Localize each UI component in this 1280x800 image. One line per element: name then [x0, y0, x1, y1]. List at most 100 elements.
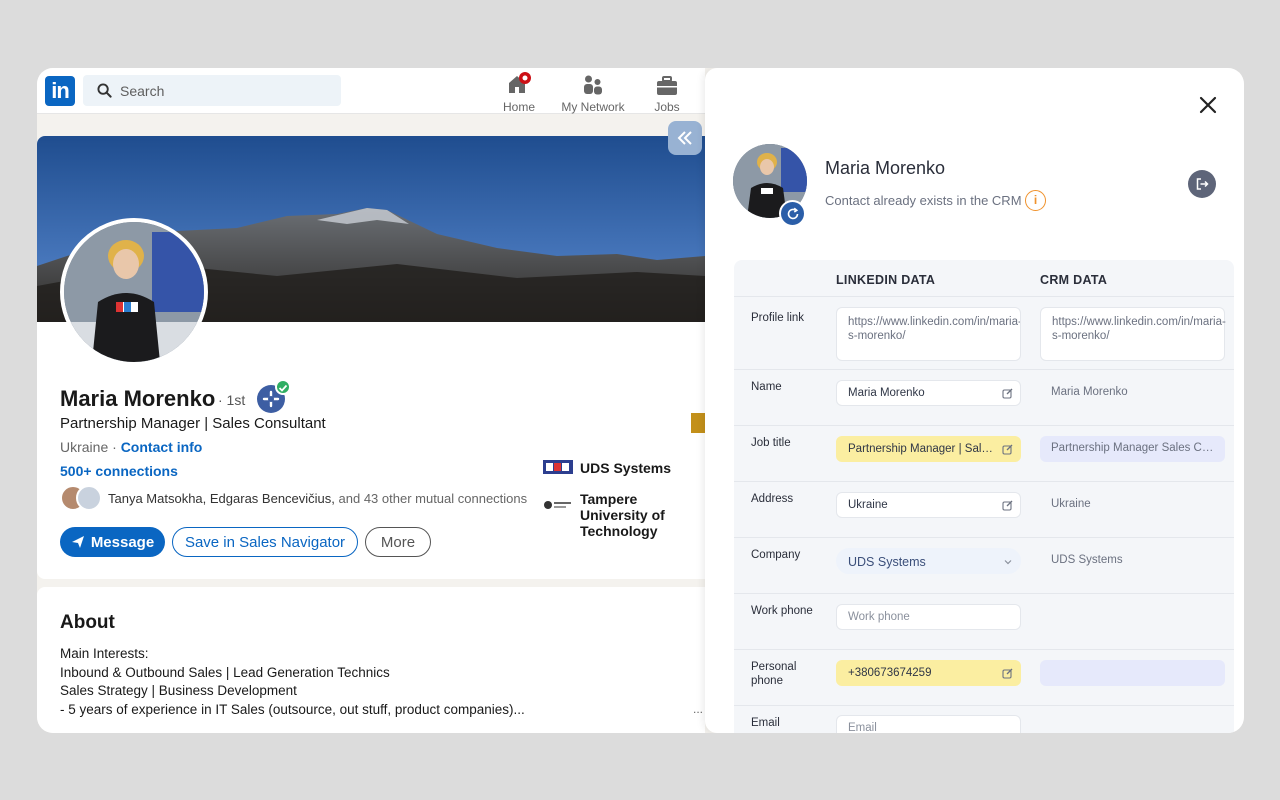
contact-info-link[interactable]: Contact info: [121, 439, 203, 455]
about-line: Main Interests:: [60, 646, 149, 661]
row-email: Email Email: [734, 705, 1234, 733]
about-title: About: [60, 612, 115, 633]
crm-contact-name: Maria Morenko: [825, 158, 946, 178]
nav-home-label: Home: [502, 100, 535, 114]
edit-icon[interactable]: [1002, 444, 1013, 455]
nav-jobs[interactable]: Jobs: [632, 72, 702, 114]
experience-uds[interactable]: UDS Systems: [580, 460, 671, 476]
experience-tampere[interactable]: Tampere University of Technology: [580, 491, 705, 539]
open-in-crm-button[interactable]: [1188, 170, 1216, 198]
mutual-names: Tanya Matsokha, Edgaras Bencevičius,: [108, 490, 335, 506]
avatar: [76, 485, 102, 511]
double-chevron-left-icon: [677, 131, 692, 145]
mutual-connections[interactable]: Tanya Matsokha, Edgaras Bencevičius, and…: [60, 485, 527, 511]
edit-icon[interactable]: [1002, 388, 1013, 399]
message-button-label: Message: [90, 533, 155, 551]
about-text: Main Interests: Inbound & Outbound Sales…: [60, 645, 525, 719]
company-crm-value: UDS Systems: [1051, 554, 1123, 566]
about-line: Sales Strategy | Business Development: [60, 683, 297, 698]
row-name: Name Maria Morenko Maria Morenko: [734, 369, 1234, 425]
save-sales-navigator-button[interactable]: Save in Sales Navigator: [172, 527, 358, 557]
home-icon: [509, 72, 531, 93]
row-profile-link: Profile link https://www.linkedin.com/in…: [734, 296, 1234, 369]
field-label: Personal phone: [751, 661, 797, 687]
network-icon: [584, 75, 602, 95]
edit-icon[interactable]: [1002, 500, 1013, 511]
field-label: Email: [751, 717, 780, 729]
data-comparison-grid: LINKEDIN DATA CRM DATA Profile link http…: [734, 260, 1234, 733]
field-label: Address: [751, 493, 794, 505]
address-linkedin-value: Ukraine: [848, 499, 888, 511]
row-company: Company UDS Systems UDS Systems: [734, 537, 1234, 593]
row-personal-phone: Personal phone +380673674259: [734, 649, 1234, 705]
work-phone-input[interactable]: Work phone: [836, 604, 1021, 630]
name-linkedin-value: Maria Morenko: [848, 387, 925, 399]
send-icon: [71, 536, 84, 548]
profile-location-row: Ukraine · Contact info: [60, 439, 202, 455]
linkedin-badge-icon: [691, 413, 705, 433]
connection-degree: · 1st: [218, 392, 246, 408]
profile-location: Ukraine ·: [60, 439, 117, 455]
screen: in Search Home My Network Jobs Maria Mor…: [37, 68, 1244, 733]
connections-link[interactable]: 500+ connections: [60, 463, 178, 479]
field-label: Profile link: [751, 312, 805, 324]
name-crm-value: Maria Morenko: [1051, 386, 1128, 398]
search-placeholder: Search: [120, 83, 165, 99]
about-section: About Main Interests: Inbound & Outbound…: [37, 587, 705, 733]
crm-status: Contact already exists in the CRM: [825, 193, 1022, 208]
profile-card: Maria Morenko · 1st Partnership Manager …: [37, 136, 705, 579]
job-title-linkedin-value: Partnership Manager | Sales Consultant: [848, 443, 996, 455]
refresh-button[interactable]: [779, 200, 806, 227]
message-button[interactable]: Message: [60, 527, 165, 557]
refresh-icon: [787, 207, 798, 219]
field-label: Company: [751, 549, 801, 561]
edit-icon[interactable]: [1002, 668, 1013, 679]
row-work-phone: Work phone Work phone: [734, 593, 1234, 649]
nav-jobs-label: Jobs: [654, 100, 680, 114]
university-logo-icon: [544, 501, 571, 509]
see-more-link[interactable]: ...: [693, 702, 703, 716]
linkedin-navbar: in Search Home My Network Jobs: [37, 68, 705, 114]
profile-name: Maria Morenko: [60, 386, 216, 411]
briefcase-icon: [657, 76, 677, 95]
about-line: Inbound & Outbound Sales | Lead Generati…: [60, 664, 390, 680]
experience-tampere-line1: Tampere University of: [580, 491, 665, 523]
job-title-linkedin-field[interactable]: Partnership Manager | Sales Consultant: [836, 436, 1021, 462]
company-selected-value: UDS Systems: [848, 555, 926, 569]
more-button[interactable]: More: [365, 527, 431, 557]
address-crm-value: Ukraine: [1051, 498, 1091, 510]
nav-my-network[interactable]: My Network: [558, 72, 628, 114]
column-header-linkedin: LINKEDIN DATA: [836, 273, 936, 287]
search-icon: [97, 83, 112, 98]
profile-avatar[interactable]: [60, 218, 208, 366]
field-label: Work phone: [751, 605, 813, 617]
address-linkedin-field[interactable]: Ukraine: [836, 492, 1021, 518]
personal-phone-linkedin-value: +380673674259: [848, 667, 932, 679]
personal-phone-linkedin-field[interactable]: +380673674259: [836, 660, 1021, 686]
job-title-crm-value: Partnership Manager Sales Consultant: [1040, 436, 1225, 462]
row-address: Address Ukraine Ukraine: [734, 481, 1234, 537]
close-icon[interactable]: [1198, 95, 1218, 115]
mutual-rest: and 43 other mutual connections: [334, 490, 528, 506]
row-job-title: Job title Partnership Manager | Sales Co…: [734, 425, 1234, 481]
nav-home[interactable]: Home: [484, 72, 554, 114]
uds-logo-icon: [543, 460, 573, 474]
field-label: Name: [751, 381, 782, 393]
profile-photo: [64, 222, 204, 362]
collapse-panel-button[interactable]: [668, 121, 702, 155]
logout-icon: [1196, 178, 1209, 190]
info-icon[interactable]: i: [1025, 190, 1046, 211]
profile-headline: Partnership Manager | Sales Consultant: [60, 415, 326, 432]
linkedin-logo[interactable]: in: [45, 76, 75, 106]
check-icon: [275, 379, 291, 395]
experience-tampere-line2: Technology: [580, 523, 658, 539]
column-header-crm: CRM DATA: [1040, 273, 1108, 287]
email-input[interactable]: Email: [836, 715, 1021, 733]
profile-link-linkedin-field[interactable]: https://www.linkedin.com/in/maria-s-more…: [836, 307, 1021, 361]
field-label: Job title: [751, 437, 791, 449]
name-linkedin-field[interactable]: Maria Morenko: [836, 380, 1021, 406]
search-bar[interactable]: Search: [83, 75, 341, 106]
personal-phone-crm-value: [1040, 660, 1225, 686]
company-select[interactable]: UDS Systems: [836, 548, 1021, 574]
profile-link-crm-value: https://www.linkedin.com/in/maria-s-more…: [1040, 307, 1226, 361]
